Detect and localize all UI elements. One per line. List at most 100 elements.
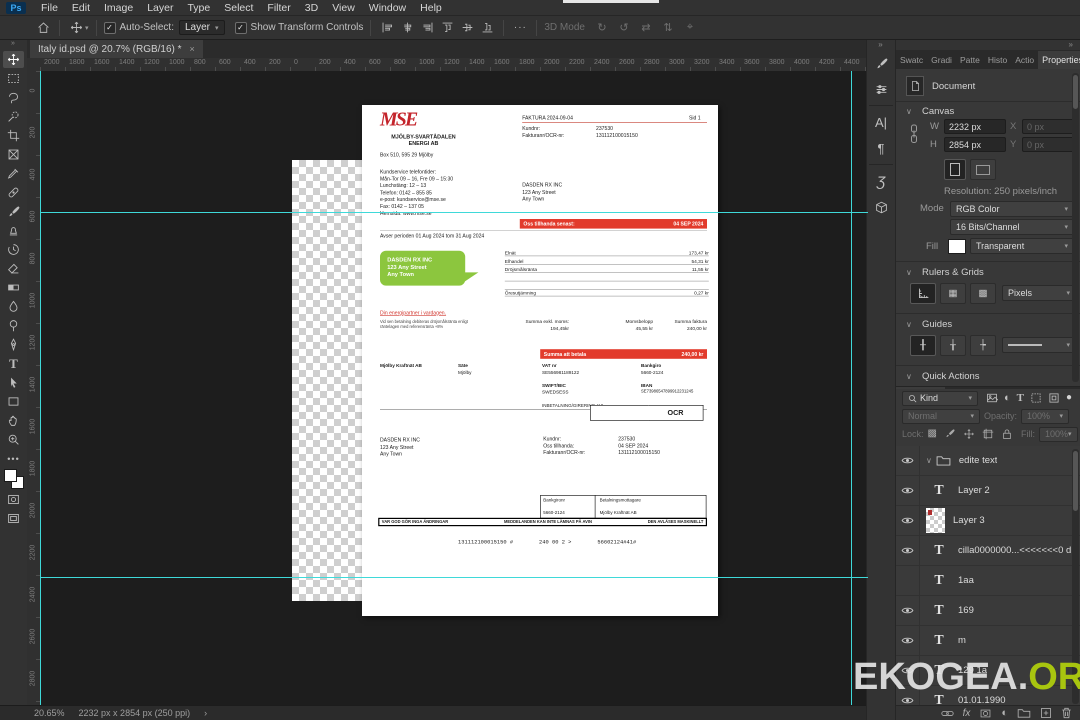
color-mode-dropdown[interactable]: RGB Color ▾ — [950, 201, 1074, 217]
dodge-tool[interactable] — [0, 316, 27, 335]
zoom-tool[interactable] — [0, 430, 27, 449]
tab-swatc[interactable]: Swatc — [896, 51, 927, 69]
collapse-guides-icon[interactable]: ∨ — [906, 320, 912, 329]
crop-tool[interactable] — [0, 126, 27, 145]
clear-guides-icon[interactable]: ┾ — [970, 335, 996, 356]
quick-select-tool[interactable] — [0, 107, 27, 126]
menu-item-layer[interactable]: Layer — [140, 2, 180, 14]
visibility-toggle[interactable] — [896, 446, 920, 475]
align-left-icon[interactable] — [378, 20, 396, 36]
move-tool[interactable] — [0, 50, 27, 69]
visibility-toggle[interactable] — [896, 596, 920, 625]
tab-gradi[interactable]: Gradi — [927, 51, 956, 69]
align-center-h-icon[interactable] — [398, 20, 416, 36]
menu-item-view[interactable]: View — [325, 2, 362, 14]
show-transform-checkbox[interactable]: ✓ — [234, 21, 247, 34]
collapse-quick-actions-icon[interactable]: ∨ — [906, 372, 912, 381]
guide-horizontal-top[interactable] — [40, 212, 868, 213]
screen-mode-icon[interactable] — [0, 509, 27, 528]
layer-row[interactable]: Tm — [896, 626, 1080, 656]
collapse-group-icon[interactable]: ∨ — [926, 456, 932, 465]
more-tools[interactable]: ••• — [0, 449, 27, 468]
portrait-orientation-button[interactable] — [944, 159, 966, 180]
tab-properties[interactable]: Properties — [1038, 51, 1080, 69]
visibility-toggle[interactable] — [896, 536, 920, 565]
layer-row[interactable]: ∨ edite text — [896, 446, 1080, 476]
chevron-down-icon[interactable]: ▾ — [85, 24, 89, 32]
align-right-icon[interactable] — [418, 20, 436, 36]
landscape-orientation-button[interactable] — [970, 159, 996, 180]
bit-depth-dropdown[interactable]: 16 Bits/Channel ▾ — [950, 219, 1074, 235]
expand-panels-icon[interactable]: » — [867, 40, 895, 50]
smart-object-filter-icon[interactable] — [1048, 392, 1060, 404]
tool-presets-icon[interactable] — [867, 76, 895, 102]
toggle-grid-icon[interactable]: ▦ — [940, 283, 966, 304]
eraser-tool[interactable] — [0, 259, 27, 278]
visibility-toggle[interactable] — [896, 506, 920, 535]
width-field[interactable]: 2232 px — [944, 119, 1006, 134]
lock-position-icon[interactable] — [963, 428, 975, 440]
marquee-tool[interactable] — [0, 69, 27, 88]
visibility-toggle[interactable] — [896, 476, 920, 505]
menu-item-3d[interactable]: 3D — [298, 2, 325, 14]
blur-tool[interactable] — [0, 297, 27, 316]
guide-style-dropdown[interactable]: ▾ — [1002, 337, 1076, 353]
fill-dropdown-layers[interactable]: 100% ▾ — [1038, 426, 1078, 442]
menu-item-window[interactable]: Window — [362, 2, 413, 14]
properties-scrollbar[interactable] — [1072, 73, 1079, 382]
scrollbar-thumb[interactable] — [1073, 75, 1078, 109]
x-field[interactable]: 0 px — [1022, 119, 1076, 134]
pan-3d-icon[interactable]: ⇄ — [637, 20, 655, 36]
tab-patte[interactable]: Patte — [956, 51, 984, 69]
auto-select-checkbox[interactable]: ✓ — [103, 21, 116, 34]
height-field[interactable]: 2854 px — [944, 137, 1006, 152]
ruler-units-dropdown[interactable]: Pixels ▾ — [1002, 285, 1076, 301]
tab-actio[interactable]: Actio — [1011, 51, 1038, 69]
type-filter-icon[interactable]: T — [1017, 392, 1024, 404]
horizontal-ruler[interactable]: 2000 1800 1600 1400 1200 1000 800 600 400 200 0 200… — [40, 58, 868, 72]
path-select-tool[interactable] — [0, 373, 27, 392]
collapse-dock-icon[interactable]: » — [896, 40, 1080, 51]
layer-row[interactable]: T 169 — [896, 596, 1080, 626]
hand-tool[interactable] — [0, 411, 27, 430]
toggle-pixel-grid-icon[interactable]: ▩ — [970, 283, 996, 304]
guide-horizontal-bottom[interactable] — [40, 577, 868, 578]
canvas-viewport[interactable]: MSE MJÖLBY-SVARTÅDALEN ENERGI AB Box 510… — [40, 71, 868, 705]
new-layer-icon[interactable] — [1040, 707, 1052, 719]
status-chevron-icon[interactable]: › — [204, 708, 207, 718]
menu-item-help[interactable]: Help — [413, 2, 449, 14]
slide-3d-icon[interactable]: ⇅ — [659, 20, 677, 36]
invoice-document[interactable]: MSE MJÖLBY-SVARTÅDALEN ENERGI AB Box 510… — [362, 105, 718, 616]
layer-row[interactable]: T Layer 2 — [896, 476, 1080, 506]
fill-dropdown[interactable]: Transparent ▾ — [970, 238, 1074, 254]
type-tool[interactable]: T — [0, 354, 27, 373]
visibility-toggle[interactable] — [896, 566, 920, 595]
menu-item-image[interactable]: Image — [97, 2, 140, 14]
home-icon[interactable] — [34, 20, 52, 36]
guide-vertical-right[interactable] — [851, 71, 852, 705]
link-layers-icon[interactable] — [940, 709, 954, 718]
layer-row[interactable]: Tcilla0000000...<<<<<<<0 d — [896, 536, 1080, 566]
menu-item-type[interactable]: Type — [180, 2, 217, 14]
lock-guides-icon[interactable]: ╁ — [940, 335, 966, 356]
lock-transparency-icon[interactable]: ▩ — [928, 428, 937, 440]
menu-item-select[interactable]: Select — [217, 2, 260, 14]
close-icon[interactable]: × — [190, 44, 195, 54]
history-brush-tool[interactable] — [0, 240, 27, 259]
adjustment-filter-icon[interactable]: ◐ — [1004, 392, 1011, 404]
guide-vertical-left[interactable] — [40, 71, 41, 705]
foreground-color-swatch[interactable] — [4, 469, 17, 482]
fill-swatch[interactable] — [948, 239, 966, 254]
eyedropper-tool[interactable] — [0, 164, 27, 183]
tab-histo[interactable]: Histo — [984, 51, 1011, 69]
menu-item-edit[interactable]: Edit — [65, 2, 97, 14]
lock-artboard-icon[interactable] — [982, 428, 994, 440]
move-tool-option-icon[interactable] — [67, 20, 85, 36]
y-field[interactable]: 0 px — [1022, 137, 1076, 152]
layer-mask-icon[interactable] — [979, 708, 992, 719]
delete-layer-icon[interactable] — [1061, 707, 1072, 719]
paragraph-panel-icon[interactable]: ¶ — [867, 135, 895, 161]
filter-toggle-icon[interactable]: ● — [1066, 392, 1072, 404]
blend-mode-dropdown[interactable]: Normal ▾ — [902, 408, 980, 424]
align-top-icon[interactable] — [438, 20, 456, 36]
